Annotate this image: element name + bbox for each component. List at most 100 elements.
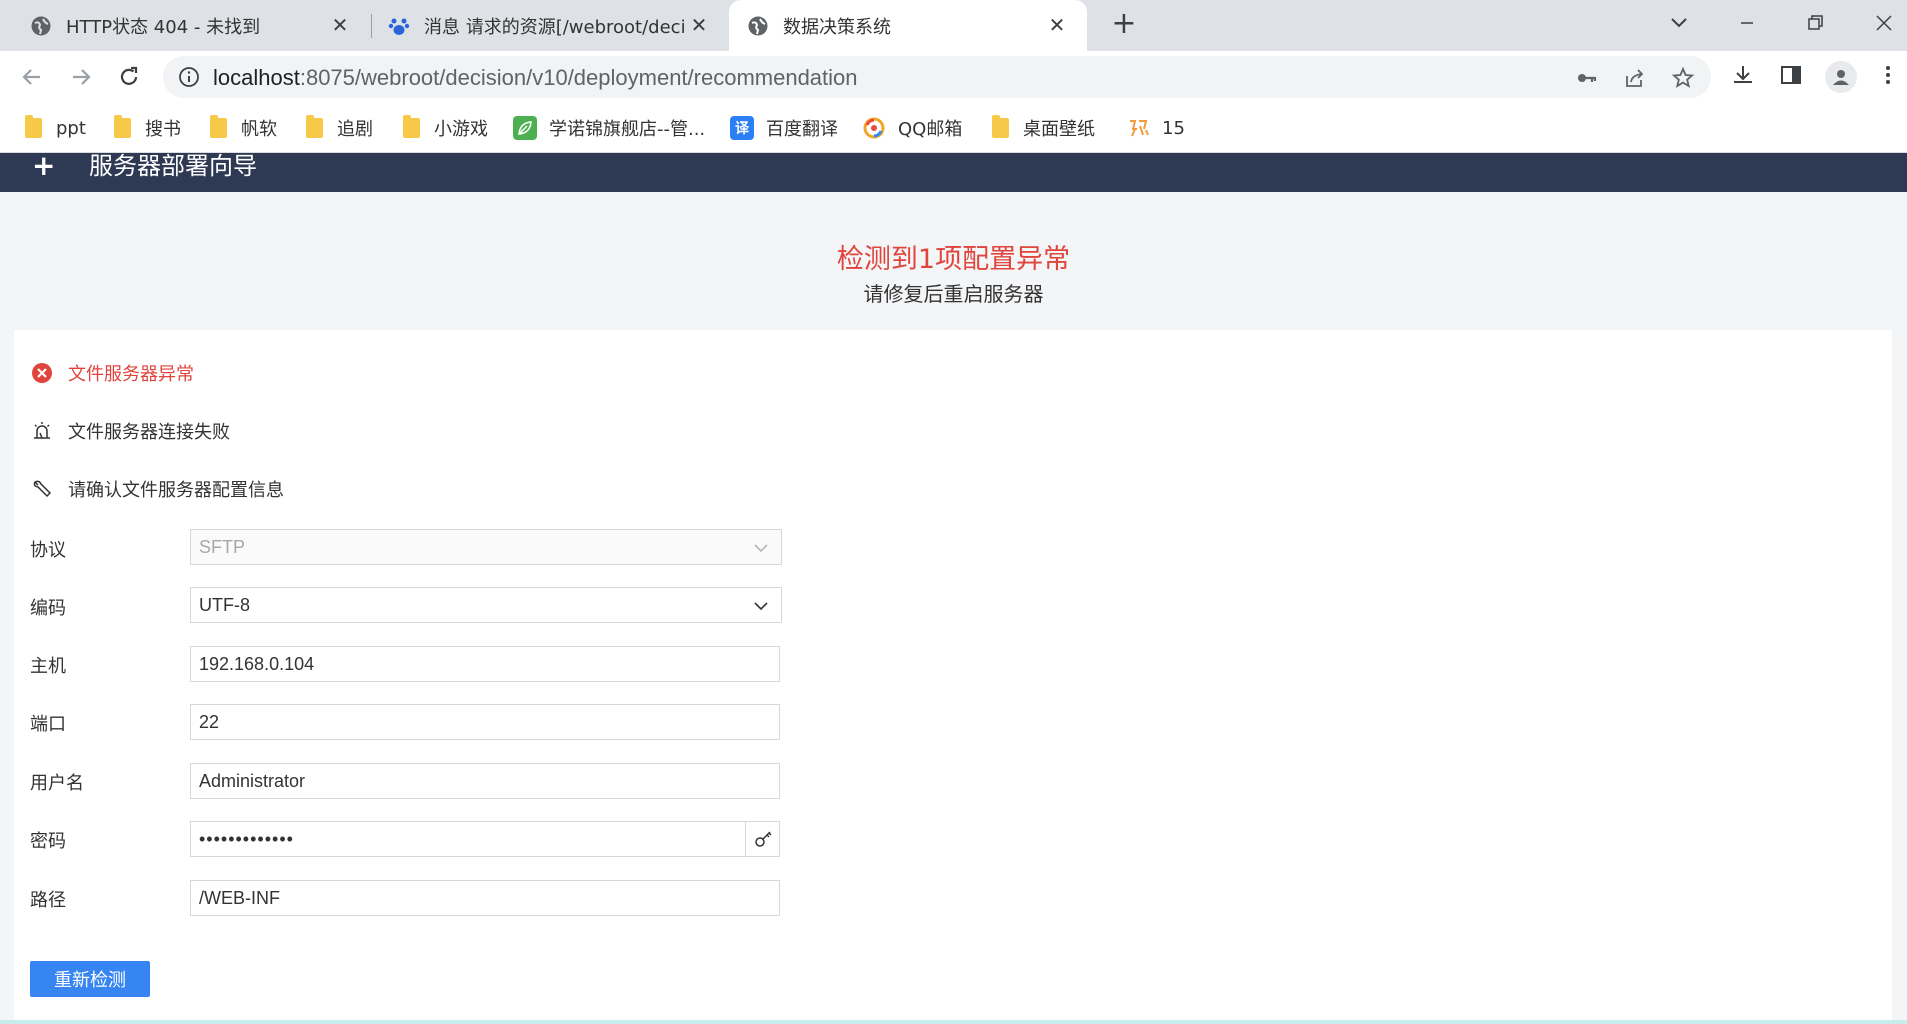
bookmark-books[interactable]: 搜书	[114, 115, 181, 141]
new-tab-button[interactable]: +	[1108, 9, 1140, 41]
page-header: + 服务器部署向导	[0, 149, 1907, 192]
port-value: 22	[199, 711, 220, 732]
chevron-down-icon	[751, 596, 771, 616]
wrench-icon	[30, 477, 54, 501]
bookmark-label: ppt	[56, 117, 86, 139]
error-reason: 文件服务器连接失败	[68, 422, 230, 443]
path-label: 路径	[30, 890, 66, 911]
tab-decision-system[interactable]: 数据决策系统 ✕	[729, 0, 1087, 51]
error-title: 文件服务器异常	[68, 364, 194, 385]
fan-icon	[1126, 116, 1150, 140]
bookmark-label: 百度翻译	[766, 119, 838, 140]
folder-icon	[992, 115, 1009, 138]
more-menu-icon[interactable]	[1874, 61, 1902, 89]
bookmark-label: 桌面壁纸	[1023, 119, 1095, 140]
password-value: •••••••••••••	[199, 828, 294, 849]
folder-icon	[114, 115, 131, 138]
tab-message[interactable]: 消息 请求的资源[/webroot/deci ✕	[372, 0, 729, 51]
browser-tab-strip: HTTP状态 404 - 未找到 ✕ 消息 请求的资源[/webroot/dec…	[0, 0, 1907, 51]
error-fix-hint: 请确认文件服务器配置信息	[68, 480, 284, 501]
username-label: 用户名	[30, 773, 84, 794]
star-icon[interactable]	[1671, 66, 1695, 90]
browser-toolbar: localhost:8075/webroot/decision/v10/depl…	[0, 51, 1907, 103]
side-panel-icon[interactable]	[1777, 61, 1805, 89]
bookmark-label: 学诺锦旗舰店--管...	[549, 119, 706, 140]
bookmark-label: 追剧	[337, 119, 373, 140]
url-text: localhost:8075/webroot/decision/v10/depl…	[213, 65, 858, 91]
translate-icon: 译	[730, 116, 754, 140]
site-info-icon[interactable]	[178, 66, 200, 88]
address-bar[interactable]: localhost:8075/webroot/decision/v10/depl…	[163, 56, 1711, 98]
error-reason-row: 文件服务器连接失败	[30, 417, 230, 445]
close-icon[interactable]: ✕	[687, 13, 711, 37]
page-title: 服务器部署向导	[89, 152, 257, 180]
bookmark-label: 搜书	[145, 119, 181, 140]
folder-icon	[306, 115, 323, 138]
path-input[interactable]: /WEB-INF	[190, 880, 780, 916]
url-path: :8075/webroot/decision/v10/deployment/re…	[299, 65, 858, 90]
chevron-down-icon	[751, 538, 771, 558]
bookmark-ppt[interactable]: ppt	[25, 115, 86, 141]
username-input[interactable]: Administrator	[190, 763, 780, 799]
port-label: 端口	[30, 714, 66, 735]
minimize-icon[interactable]	[1731, 8, 1763, 38]
globe-icon	[30, 15, 52, 37]
encoding-select[interactable]: UTF-8	[190, 587, 782, 623]
error-title-row: 文件服务器异常	[30, 359, 194, 387]
password-input[interactable]: •••••••••••••	[190, 821, 780, 857]
share-icon[interactable]	[1623, 66, 1647, 90]
forward-arrow-icon[interactable]	[65, 61, 97, 93]
bookmark-fanruan[interactable]: 帆软	[210, 115, 277, 141]
encoding-value: UTF-8	[199, 594, 250, 615]
protocol-select[interactable]: SFTP	[190, 529, 782, 565]
protocol-value: SFTP	[199, 536, 246, 557]
close-icon[interactable]: ✕	[328, 13, 352, 37]
bookmark-label: QQ邮箱	[898, 119, 963, 140]
bookmarks-bar: ppt 搜书 帆软 追剧 小游戏 学诺锦旗舰店--管... 译 百度翻译 QQ邮…	[0, 103, 1907, 153]
tab-404[interactable]: HTTP状态 404 - 未找到 ✕	[0, 0, 370, 51]
tab-search-chevron-icon[interactable]	[1663, 8, 1695, 38]
username-value: Administrator	[199, 770, 306, 791]
bookmark-wallpaper[interactable]: 桌面壁纸	[992, 115, 1095, 141]
show-password-key-icon[interactable]	[745, 822, 779, 856]
tab-title: 消息 请求的资源[/webroot/deci	[424, 16, 686, 38]
error-fix-row: 请确认文件服务器配置信息	[30, 475, 284, 503]
tab-title: HTTP状态 404 - 未找到	[66, 16, 261, 38]
globe-icon	[747, 15, 769, 37]
bookmark-drama[interactable]: 追剧	[306, 115, 373, 141]
bookmark-qqmail[interactable]: QQ邮箱	[862, 115, 962, 141]
port-input[interactable]: 22	[190, 704, 780, 740]
host-value: 192.168.0.104	[199, 653, 315, 674]
host-label: 主机	[30, 656, 66, 677]
qqmail-icon	[862, 116, 886, 140]
alert-title: 检测到1项配置异常	[836, 244, 1071, 275]
folder-icon	[25, 115, 42, 138]
folder-icon	[403, 115, 420, 138]
alarm-bell-icon	[30, 419, 54, 443]
bookmark-store[interactable]: 学诺锦旗舰店--管...	[513, 115, 705, 141]
back-arrow-icon[interactable]	[16, 61, 48, 93]
bookmark-15[interactable]: 15	[1126, 115, 1185, 141]
alert-subtitle: 请修复后重启服务器	[863, 282, 1044, 306]
password-label: 密码	[30, 831, 66, 852]
bookmark-label: 帆软	[241, 119, 277, 140]
url-host: localhost	[213, 65, 300, 90]
path-value: /WEB-INF	[199, 887, 280, 908]
recheck-button[interactable]: 重新检测	[30, 961, 150, 997]
window-close-icon[interactable]	[1868, 8, 1900, 38]
profile-avatar-icon[interactable]	[1825, 61, 1857, 93]
bookmark-games[interactable]: 小游戏	[403, 115, 488, 141]
host-input[interactable]: 192.168.0.104	[190, 646, 780, 682]
reload-icon[interactable]	[113, 61, 145, 93]
close-icon[interactable]: ✕	[1045, 13, 1069, 37]
brand-logo: +	[32, 149, 56, 182]
protocol-label: 协议	[30, 540, 66, 561]
restore-icon[interactable]	[1800, 8, 1832, 38]
error-circle-icon	[30, 361, 54, 385]
encoding-label: 编码	[30, 598, 66, 619]
bottom-scroll-indicator	[0, 1020, 1907, 1024]
key-icon[interactable]	[1575, 66, 1599, 90]
folder-icon	[210, 115, 227, 138]
download-icon[interactable]	[1729, 61, 1757, 89]
bookmark-baidu-translate[interactable]: 译 百度翻译	[730, 115, 838, 141]
